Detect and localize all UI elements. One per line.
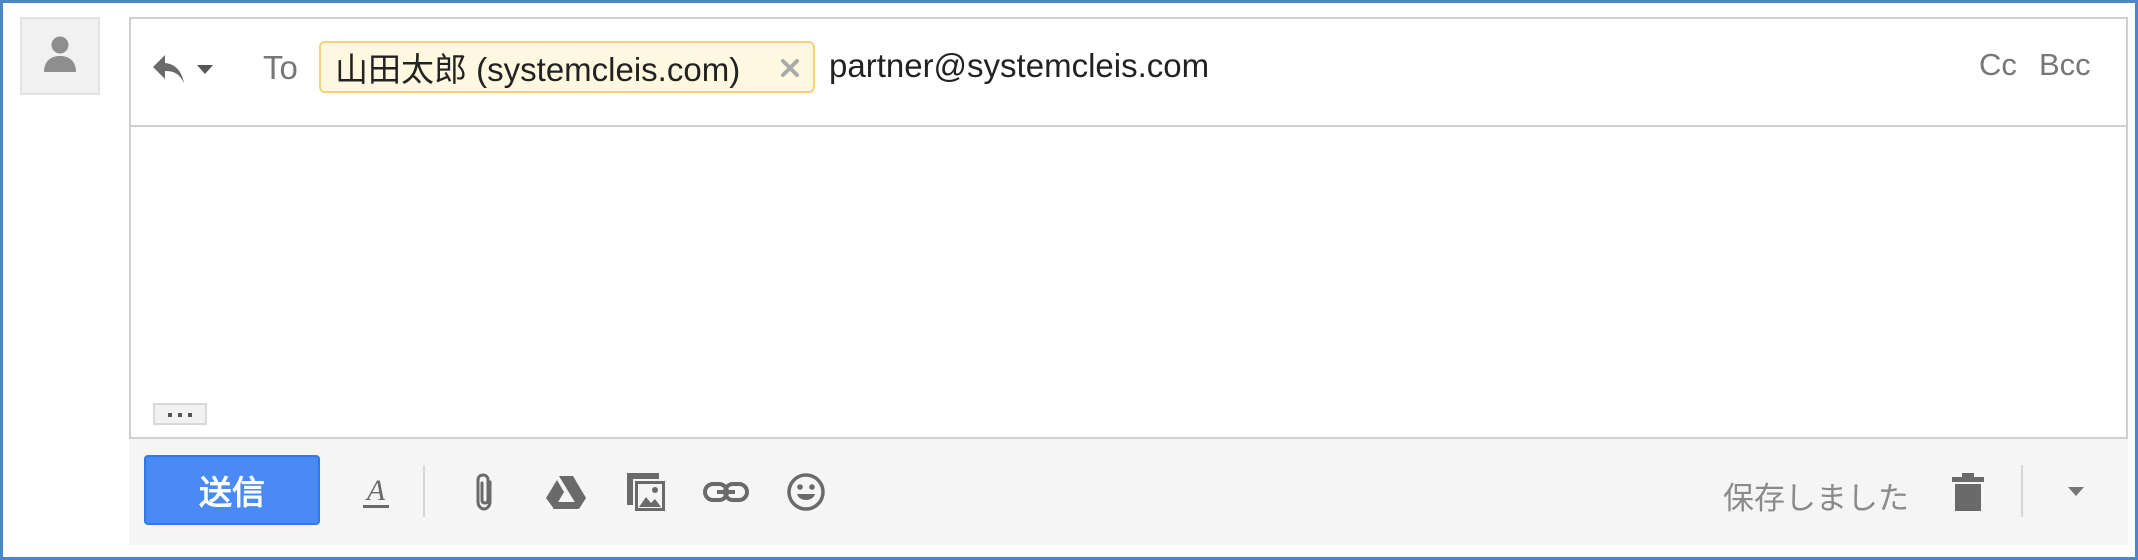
cc-link[interactable]: Cc xyxy=(1979,47,2017,83)
recipient-chip[interactable]: 山田太郎 (systemcleis.com) xyxy=(319,41,815,93)
recipients-header: To 山田太郎 (systemcleis.com) partner@system… xyxy=(131,19,2126,127)
svg-text:A: A xyxy=(365,474,386,507)
compose-window: To 山田太郎 (systemcleis.com) partner@system… xyxy=(0,0,2138,560)
bcc-link[interactable]: Bcc xyxy=(2039,47,2091,83)
recipient-chip-label: 山田太郎 (systemcleis.com) xyxy=(335,51,741,88)
recipient-input[interactable]: partner@systemcleis.com xyxy=(829,47,1209,85)
emoji-icon[interactable] xyxy=(781,467,831,517)
close-icon[interactable] xyxy=(775,51,805,85)
toolbar-divider-right xyxy=(2021,465,2023,517)
dropdown-arrow-icon[interactable] xyxy=(2051,467,2101,517)
trash-icon[interactable] xyxy=(1943,467,1993,517)
reply-icon xyxy=(151,53,187,90)
paperclip-icon[interactable] xyxy=(461,467,511,517)
avatar xyxy=(20,17,100,95)
person-icon xyxy=(43,35,77,78)
compose-toolbar: 送信 A 保存しました xyxy=(129,437,2128,545)
send-button[interactable]: 送信 xyxy=(144,455,320,525)
to-label: To xyxy=(263,49,298,86)
drive-icon[interactable] xyxy=(541,467,591,517)
compose-panel: To 山田太郎 (systemcleis.com) partner@system… xyxy=(129,17,2128,545)
reply-type-button[interactable] xyxy=(151,49,221,93)
show-trimmed-content-button[interactable] xyxy=(153,403,207,425)
chevron-down-icon xyxy=(197,62,213,80)
saved-status: 保存しました xyxy=(1723,481,1909,516)
text-format-icon[interactable]: A xyxy=(351,467,401,517)
ellipsis-icon xyxy=(166,405,194,423)
photo-icon[interactable] xyxy=(621,467,671,517)
toolbar-divider xyxy=(423,465,425,517)
message-body[interactable] xyxy=(131,127,2126,435)
link-icon[interactable] xyxy=(701,467,751,517)
